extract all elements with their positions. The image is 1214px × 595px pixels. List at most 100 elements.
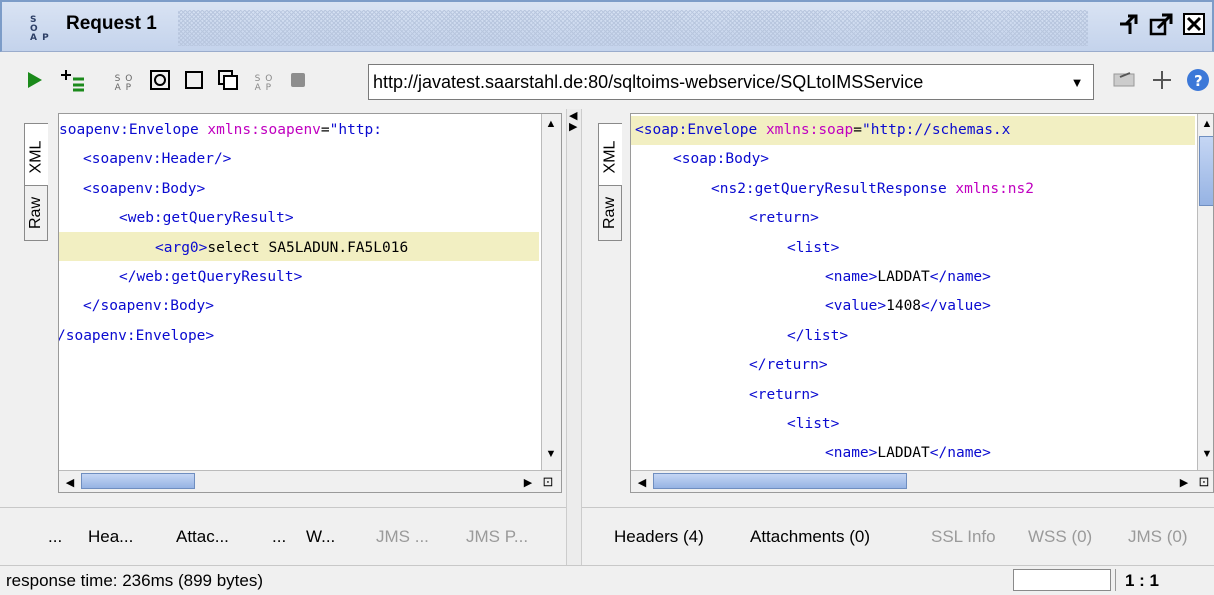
code-token: <ns2:getQueryResultResponse (711, 180, 947, 197)
code-token: </soapenv:Body> (83, 298, 214, 315)
request-horizontal-scrollbar[interactable]: ◀ ▶ ⊡ (59, 470, 561, 492)
code-line: </soapenv:Body> (83, 292, 214, 321)
response-panel: XML Raw <soap:Envelope xmlns:soap="http:… (582, 109, 1214, 507)
soap-icon[interactable]: S OA P (112, 72, 136, 96)
editor-title: Request 1 (66, 13, 157, 34)
progress-bar (1013, 569, 1111, 591)
code-line: <soap:Envelope xmlns:soap="http://schema… (635, 116, 1010, 145)
code-line: <soapenv:Body> (83, 175, 205, 204)
code-token: <soap:Body> (673, 151, 770, 168)
tab-request-wss[interactable]: W... (306, 527, 335, 547)
soap-icon[interactable]: S OA P (252, 72, 276, 96)
code-token: </name> (929, 445, 991, 462)
tab-response-wss[interactable]: WSS (0) (1028, 527, 1092, 547)
dropdown-icon[interactable]: ▼ (1062, 66, 1092, 98)
code-line: <return> (749, 381, 819, 410)
code-token: </web:getQueryResult> (119, 269, 303, 285)
code-line: <web:getQueryResult> (119, 204, 294, 233)
scroll-thumb[interactable] (1199, 136, 1213, 206)
edit-endpoint-icon[interactable] (1112, 68, 1136, 92)
response-horizontal-scrollbar[interactable]: ◀ ▶ ⊡ (631, 470, 1213, 492)
toggle-icon[interactable] (148, 68, 172, 92)
code-token: xmlns:soap (757, 122, 854, 138)
request-vertical-scrollbar[interactable]: ▲ ▼ (541, 114, 561, 470)
run-icon[interactable] (22, 68, 46, 92)
tab-response-ssl-info[interactable]: SSL Info (931, 527, 996, 547)
scroll-left-icon[interactable]: ◀ (633, 472, 651, 492)
scroll-up-icon[interactable]: ▲ (542, 114, 560, 134)
tab-request-jms-properties[interactable]: JMS P... (466, 527, 528, 547)
plus-icon[interactable] (1150, 68, 1174, 92)
code-line: /soapenv:Envelope> (58, 322, 215, 351)
code-line: <soapenv:Header/> (83, 145, 231, 174)
tab-request-wss-dots[interactable]: ... (272, 527, 286, 547)
scroll-thumb[interactable] (81, 473, 195, 489)
code-token: </list> (787, 327, 849, 344)
code-token: <soapenv:Header/> (83, 151, 232, 168)
response-raw-tab[interactable]: Raw (598, 185, 622, 241)
code-token: select SA5LADUN.FA5L016 (207, 239, 409, 256)
tab-request-jms-headers[interactable]: JMS ... (376, 527, 429, 547)
scroll-right-icon[interactable]: ▶ (519, 472, 537, 492)
scroll-down-icon[interactable]: ▼ (1198, 444, 1213, 464)
stop-square-icon[interactable] (182, 68, 206, 92)
tab-response-jms[interactable]: JMS (0) (1128, 527, 1188, 547)
code-line: <soap:Body> (673, 145, 769, 174)
scroll-thumb[interactable] (653, 473, 907, 489)
svg-text:?: ? (1194, 72, 1203, 90)
clone-icon[interactable] (216, 68, 240, 92)
tab-request-headers[interactable]: Hea... (88, 527, 133, 547)
code-line: </web:getQueryResult> (119, 263, 302, 292)
code-token: /soapenv:Envelope> (58, 327, 215, 344)
code-line: <value>1408</value> (825, 292, 991, 321)
code-line: <ns2:getQueryResultResponse xmlns:ns2 (711, 175, 1034, 204)
tab-request-auth[interactable]: ... (48, 527, 62, 547)
code-token: "http://schemas.x (861, 122, 1011, 138)
code-token: xmlns:ns2 (946, 180, 1035, 197)
scroll-right-icon[interactable]: ▶ (1175, 472, 1193, 492)
request-xml-tab[interactable]: XML (24, 123, 48, 191)
zoom-icon[interactable]: ⊡ (1195, 472, 1213, 492)
response-vertical-scrollbar[interactable]: ▲ ▼ (1197, 114, 1213, 470)
editor-title-bar (0, 0, 1214, 52)
tab-response-attachments[interactable]: Attachments (0) (750, 527, 870, 547)
stop-icon[interactable] (286, 68, 310, 92)
code-token: <name> (825, 445, 878, 462)
code-token: xmlns:soapenv (198, 122, 321, 138)
response-xml-editor[interactable]: <soap:Envelope xmlns:soap="http://schema… (630, 113, 1214, 493)
code-token: 1408 (886, 298, 922, 315)
scroll-down-icon[interactable]: ▼ (542, 444, 560, 464)
code-token: <name> (825, 269, 878, 285)
code-line: <list> (787, 410, 839, 439)
status-divider (1115, 569, 1116, 591)
close-icon[interactable] (1182, 12, 1208, 38)
request-xml-editor[interactable]: soapenv:Envelope xmlns:soapenv="http: <so… (58, 113, 562, 493)
code-token: soapenv:Envelope (59, 122, 199, 138)
collapse-arrows-icon[interactable]: ◀ ▶ (569, 111, 577, 133)
code-token: = (320, 122, 330, 138)
tab-request-attachments[interactable]: Attac... (176, 527, 229, 547)
help-icon[interactable]: ? (1186, 68, 1210, 92)
scroll-left-icon[interactable]: ◀ (61, 472, 79, 492)
code-token: <web:getQueryResult> (119, 210, 294, 227)
scroll-up-icon[interactable]: ▲ (1198, 114, 1213, 134)
code-token: </name> (929, 269, 991, 285)
status-bar: response time: 236ms (899 bytes) 1 : 1 (0, 565, 1214, 595)
tab-response-headers[interactable]: Headers (4) (614, 527, 704, 547)
maximize-icon[interactable] (1148, 12, 1174, 38)
add-step-icon[interactable] (60, 68, 84, 92)
zoom-icon[interactable]: ⊡ (539, 472, 557, 492)
undock-icon[interactable] (1116, 12, 1142, 38)
code-line: <name>LADDAT</name> (825, 439, 991, 468)
code-token: LADDAT (877, 445, 930, 462)
code-line: </list> (787, 322, 848, 351)
code-token: <soapenv:Body> (83, 180, 206, 197)
request-raw-tab[interactable]: Raw (24, 185, 48, 241)
response-xml-tab[interactable]: XML (598, 123, 622, 191)
splitter[interactable]: ◀ ▶ (566, 109, 582, 565)
soap-logo-icon: S OA P (30, 15, 50, 43)
code-line: <arg0>select SA5LADUN.FA5L016 (155, 234, 408, 263)
code-token: "http: (329, 122, 383, 138)
code-token: <return> (749, 386, 819, 403)
endpoint-url-field[interactable]: http://javatest.saarstahl.de:80/sqltoims… (368, 64, 1094, 100)
